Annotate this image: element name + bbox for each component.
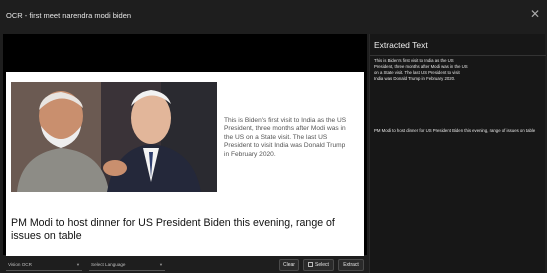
- extracted-paragraph[interactable]: This is Biden's first visit to India as …: [374, 58, 470, 82]
- ocr-engine-select[interactable]: Vision OCR ▼: [6, 261, 82, 271]
- clear-button[interactable]: Clear: [279, 259, 299, 271]
- title-bar: OCR - first meet narendra modi biden ✕: [0, 0, 547, 30]
- bottom-toolbar: Vision OCR ▼ Select Language ▼ Clear Sel…: [0, 256, 369, 273]
- language-select[interactable]: Select Language ▼: [89, 261, 165, 271]
- divider: [370, 55, 546, 56]
- close-icon[interactable]: ✕: [529, 8, 541, 20]
- article-photo: [11, 82, 217, 192]
- article-screenshot: This is Biden's first visit to India as …: [6, 72, 364, 258]
- article-summary: This is Biden's first visit to India as …: [224, 117, 347, 158]
- select-button[interactable]: Select: [303, 259, 334, 271]
- extracted-text-panel: Extracted Text This is Biden's first vis…: [369, 34, 546, 273]
- clear-label: Clear: [283, 262, 295, 268]
- extract-label: Extract: [343, 262, 359, 268]
- extracted-paragraph[interactable]: PM Modi to host dinner for US President …: [374, 128, 544, 134]
- article-headline: PM Modi to host dinner for US President …: [11, 217, 335, 242]
- extract-button[interactable]: Extract: [338, 259, 364, 271]
- panel-heading: Extracted Text: [374, 40, 428, 50]
- language-placeholder: Select Language: [91, 262, 126, 267]
- chevron-down-icon: ▼: [76, 262, 80, 267]
- photo-illustration: [11, 82, 217, 192]
- chevron-down-icon: ▼: [159, 262, 163, 267]
- select-region-icon: [308, 262, 314, 267]
- ocr-engine-value: Vision OCR: [8, 262, 32, 267]
- window-title: OCR - first meet narendra modi biden: [6, 10, 132, 20]
- select-label: Select: [315, 262, 329, 268]
- image-preview: This is Biden's first visit to India as …: [3, 34, 367, 258]
